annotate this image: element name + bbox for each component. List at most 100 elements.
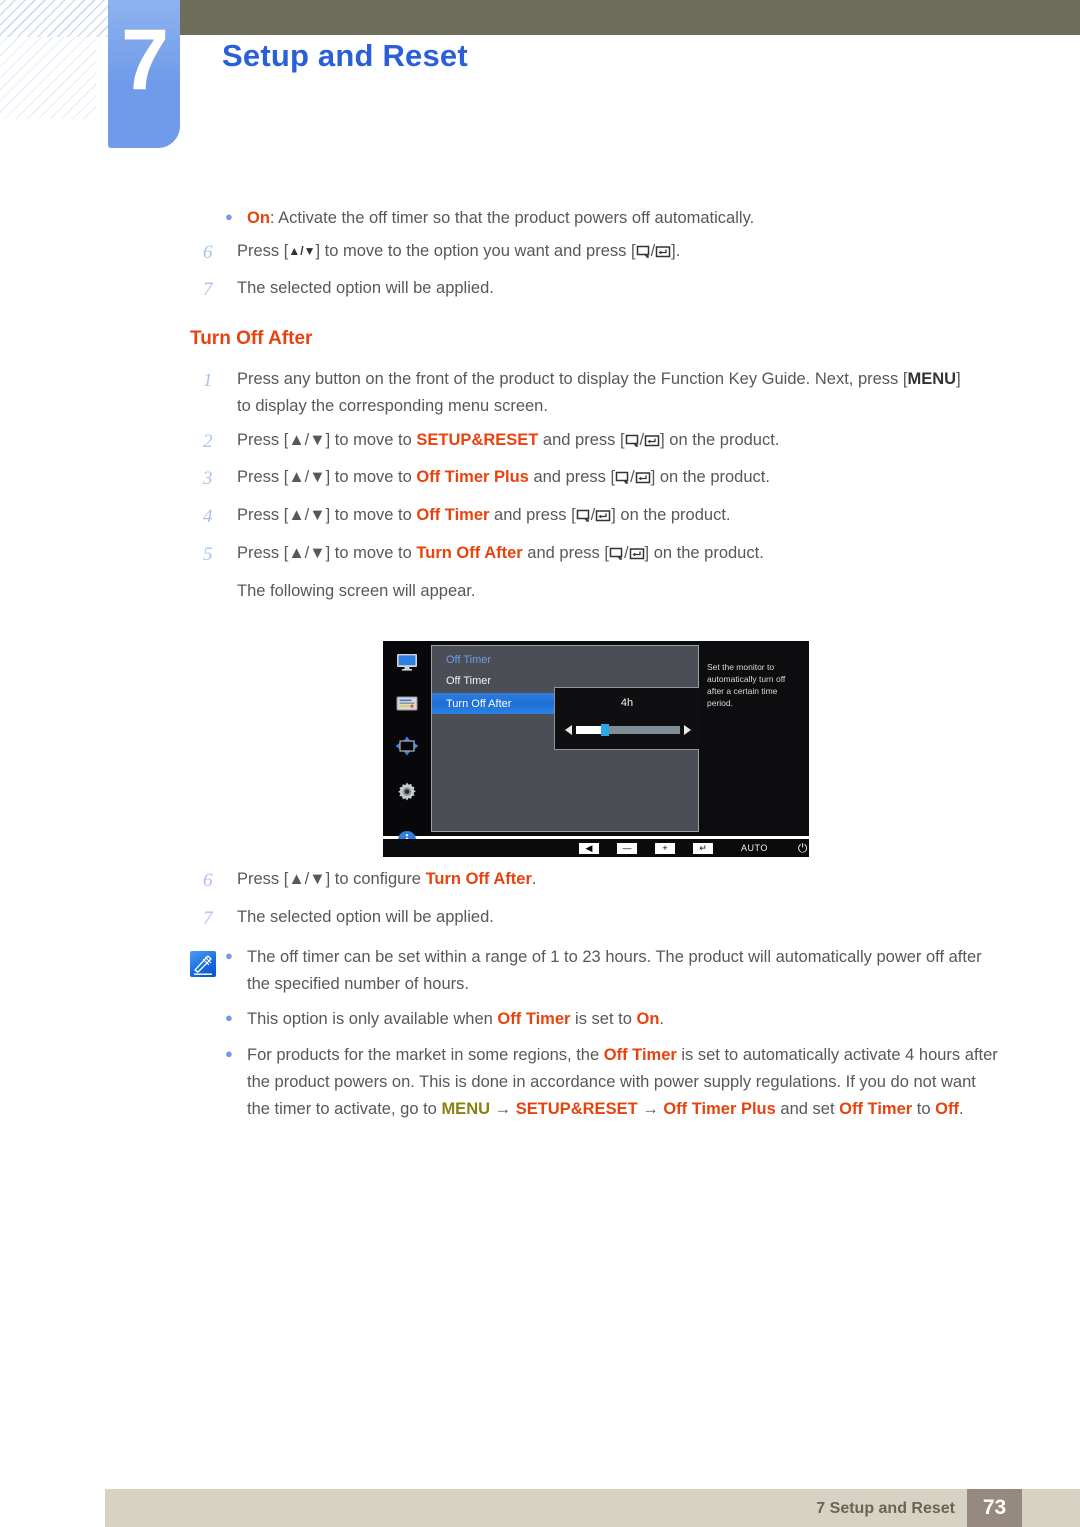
osd-menu-title: Off Timer xyxy=(446,654,492,666)
step-number: 1 xyxy=(203,370,213,392)
note-text: . xyxy=(958,1099,964,1118)
osd-menu-item-off-timer[interactable]: Off Timer xyxy=(446,675,491,687)
on-label: On xyxy=(247,209,270,227)
step-text-pre: Press any button on the front of the pro… xyxy=(237,370,908,389)
intro-bullet-on: ● On: Activate the off timer so that the… xyxy=(0,205,1080,232)
step-text-post: ] on the product. xyxy=(644,543,764,562)
note-emphasis: SETUP&RESET xyxy=(515,1099,638,1118)
osd-key-guide-bar: ◀ — + ↵ AUTO ⏻ xyxy=(383,839,809,857)
color-settings-icon[interactable] xyxy=(396,696,418,716)
note-item: ● This option is only available when Off… xyxy=(225,1006,1040,1033)
step-text-mid: and press [ xyxy=(538,430,625,449)
step-text-post: . xyxy=(531,870,537,888)
page-content: ● On: Activate the off timer so that the… xyxy=(0,205,1080,611)
header-hatch-pattern xyxy=(0,0,108,37)
step-5: 5 Press [▲/▼] to move to Turn Off After … xyxy=(0,540,1080,571)
slider-knob[interactable] xyxy=(600,724,609,736)
step-text-mid: and press [ xyxy=(528,468,616,487)
note-menu-label: MENU xyxy=(441,1099,491,1118)
note-item: ● The off timer can be set within a rang… xyxy=(225,944,1040,997)
on-description: : Activate the off timer so that the pro… xyxy=(269,209,755,227)
enter-key-icon xyxy=(644,434,660,446)
note-block: ● The off timer can be set within a rang… xyxy=(0,944,1080,1128)
osd-main-panel: Off Timer Off Timer Turn Off After 4h Se… xyxy=(383,641,809,849)
step-text-mid: ] to move to the option you want and pre… xyxy=(315,241,636,260)
step-number: 6 xyxy=(203,870,213,891)
osd-plus-button[interactable]: + xyxy=(655,842,675,854)
note-emphasis: Off Timer xyxy=(497,1010,571,1029)
step-3: 3 Press [▲/▼] to move to Off Timer Plus … xyxy=(0,464,1080,495)
arrow-right-icon: → xyxy=(642,1099,659,1118)
gear-setup-icon[interactable] xyxy=(395,781,419,810)
screen-position-icon[interactable] xyxy=(395,736,419,761)
page-number: 73 xyxy=(967,1489,1022,1527)
menu-target-label: Off Timer Plus xyxy=(416,468,529,487)
step-text: The selected option will be applied. xyxy=(237,907,494,926)
chapter-number: 7 xyxy=(121,12,169,108)
note-emphasis: On xyxy=(636,1010,660,1029)
step-number: 3 xyxy=(203,468,213,490)
page-title: Setup and Reset xyxy=(222,38,468,73)
source-key-icon xyxy=(576,509,589,523)
step-text-post: ] on the product. xyxy=(660,430,780,449)
step-number: 4 xyxy=(203,506,213,528)
note-item: ● For products for the market in some re… xyxy=(225,1042,1040,1122)
slider-left-arrow-icon[interactable] xyxy=(565,725,572,735)
step-text: The selected option will be applied. xyxy=(237,279,494,298)
step-text-pre: Press [▲/▼] to configure xyxy=(237,870,426,888)
intro-step-6: 6 Press [▲/▼] to move to the option you … xyxy=(0,238,1080,269)
enter-key-icon xyxy=(655,245,671,257)
step-4: 4 Press [▲/▼] to move to Off Timer and p… xyxy=(0,502,1080,533)
note-text: The off timer can be set within a range … xyxy=(247,948,982,993)
step-number: 7 xyxy=(203,907,213,929)
step-number: 6 xyxy=(203,241,213,263)
step-text-post: ] xyxy=(956,370,961,389)
after-steps: 6 Press [▲/▼] to configure Turn Off Afte… xyxy=(0,866,1080,942)
step-text-post: ] on the product. xyxy=(611,506,731,525)
step-1: 1 Press any button on the front of the p… xyxy=(0,366,1080,419)
step-text-pre: Press [▲/▼] to move to xyxy=(237,430,417,449)
menu-key-label: MENU xyxy=(907,370,957,389)
note-text: is set to xyxy=(570,1010,637,1029)
slider-fill xyxy=(576,726,604,734)
intro-step-7: 7 The selected option will be applied. xyxy=(0,275,1080,306)
monitor-icon[interactable] xyxy=(396,653,418,676)
note-text: . xyxy=(659,1010,664,1029)
following-screen-row: The following screen will appear. xyxy=(0,578,1080,605)
note-text: and set xyxy=(775,1099,840,1118)
menu-target-label: Turn Off After xyxy=(416,543,523,562)
note-emphasis: Off Timer xyxy=(603,1046,677,1065)
slider-right-arrow-icon[interactable] xyxy=(684,725,691,735)
step-text-pre: Press [▲/▼] to move to xyxy=(237,506,417,525)
section-heading: Turn Off After xyxy=(190,328,313,350)
step-text-line2: to display the corresponding menu screen… xyxy=(237,396,548,415)
osd-back-button[interactable]: ◀ xyxy=(579,842,599,854)
osd-power-button[interactable]: ⏻ xyxy=(798,841,808,856)
enter-key-icon xyxy=(629,548,644,560)
step-text-post: ]. xyxy=(671,241,681,260)
step-6: 6 Press [▲/▼] to configure Turn Off Afte… xyxy=(0,866,1080,897)
step-2: 2 Press [▲/▼] to move to SETUP&RESET and… xyxy=(0,427,1080,458)
osd-help-panel: Set the monitor to automatically turn of… xyxy=(699,641,809,836)
osd-auto-button[interactable]: AUTO xyxy=(741,843,768,853)
osd-slider-control[interactable] xyxy=(565,723,691,737)
slider-track[interactable] xyxy=(576,724,680,736)
bullet-dot-icon: ● xyxy=(225,948,233,963)
arrow-right-icon: → xyxy=(494,1099,512,1118)
step-number: 2 xyxy=(203,430,213,452)
note-pencil-icon xyxy=(190,951,216,977)
osd-minus-button[interactable]: — xyxy=(617,842,637,854)
note-emphasis: Off Timer xyxy=(839,1099,913,1118)
source-key-icon xyxy=(609,547,623,561)
source-key-icon xyxy=(615,472,629,485)
osd-category-rail xyxy=(383,641,431,849)
note-text: This option is only available when xyxy=(247,1010,498,1029)
step-text-mid: and press [ xyxy=(489,506,576,525)
bullet-dot-icon: ● xyxy=(225,209,233,224)
menu-target-label: Off Timer xyxy=(416,506,490,525)
step-number: 7 xyxy=(203,279,213,301)
note-text: For products for the market in some regi… xyxy=(247,1046,604,1065)
osd-enter-button[interactable]: ↵ xyxy=(693,842,713,854)
source-key-icon xyxy=(625,434,638,447)
footer-label: 7 Setup and Reset xyxy=(816,1500,955,1517)
